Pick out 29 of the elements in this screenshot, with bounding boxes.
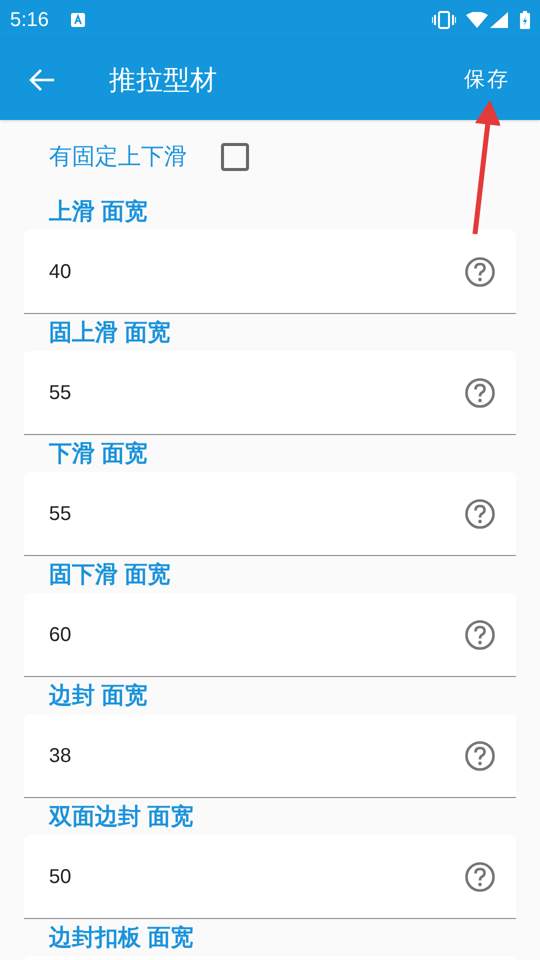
help-icon[interactable] bbox=[464, 618, 496, 650]
help-icon[interactable] bbox=[464, 256, 496, 288]
field-label: 双面边封 面宽 bbox=[48, 802, 194, 832]
field-label: 下滑 面宽 bbox=[48, 439, 148, 468]
status-time: 5:16 bbox=[10, 8, 49, 33]
help-icon[interactable] bbox=[464, 860, 496, 892]
help-icon[interactable] bbox=[464, 376, 496, 408]
checkbox[interactable] bbox=[221, 142, 249, 170]
input-field[interactable]: 50 bbox=[24, 835, 516, 919]
vibrate-icon bbox=[432, 11, 456, 29]
field-label: 固下滑 面宽 bbox=[48, 560, 172, 590]
input-field[interactable]: 40 bbox=[24, 230, 516, 314]
field-label: 边封扣板 面宽 bbox=[48, 923, 194, 952]
keyboard-notification-icon bbox=[70, 13, 85, 27]
signal-icon bbox=[490, 12, 508, 28]
input-field[interactable]: 55 bbox=[24, 472, 516, 556]
checkbox-label: 有固定上下滑 bbox=[49, 142, 187, 172]
battery-icon bbox=[520, 11, 530, 29]
input-field[interactable]: 55 bbox=[24, 351, 516, 435]
field-label: 固上滑 面宽 bbox=[48, 318, 172, 348]
wifi-icon bbox=[466, 12, 488, 28]
input-field[interactable]: 60 bbox=[24, 593, 516, 677]
screen-title: 推拉型材 bbox=[109, 64, 217, 97]
help-icon[interactable] bbox=[464, 740, 496, 772]
field-label: 边封 面宽 bbox=[48, 681, 148, 710]
help-icon[interactable] bbox=[464, 498, 496, 530]
field-label: 上滑 面宽 bbox=[48, 197, 148, 226]
input-field[interactable]: 38 bbox=[24, 714, 516, 798]
back-arrow-icon[interactable] bbox=[29, 68, 55, 92]
